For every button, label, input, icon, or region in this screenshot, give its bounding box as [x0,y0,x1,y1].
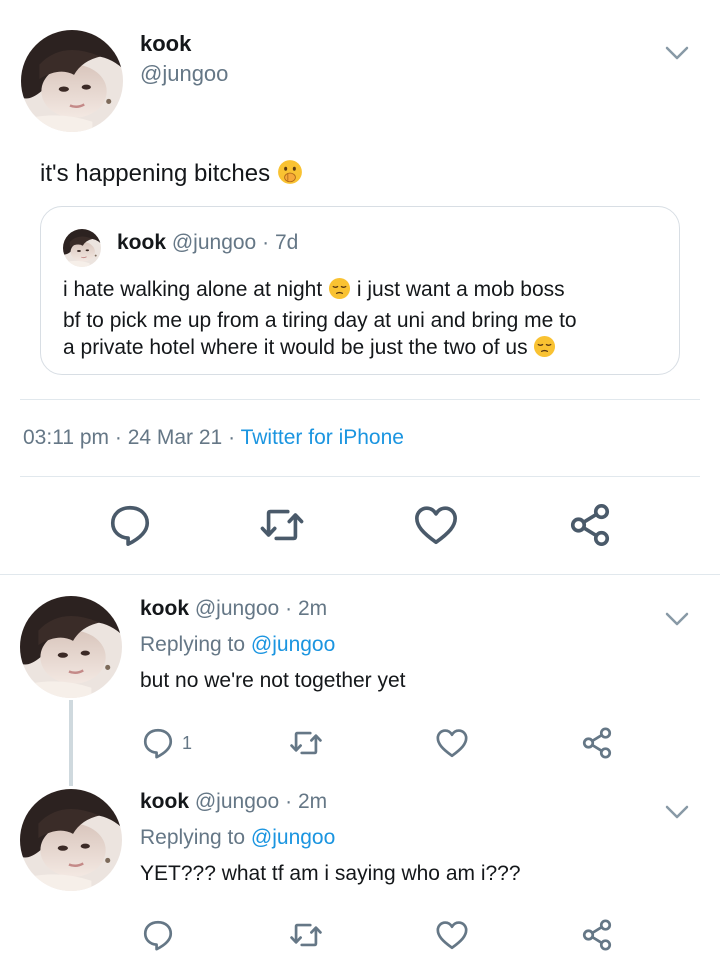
avatar[interactable] [20,789,122,891]
divider [20,476,700,477]
reply-icon[interactable] [141,726,175,760]
section-divider [0,574,720,575]
chevron-down-icon[interactable] [662,797,692,827]
tweet-date: 24 Mar 21 [127,426,223,449]
reply-text: YET??? what tf am i saying who am i??? [140,862,521,885]
user-handle[interactable]: @jungoo [140,61,228,87]
reply-icon[interactable] [141,918,175,952]
separator: · [285,790,293,813]
retweet-icon[interactable] [288,726,324,760]
replying-to-label: Replying to [140,633,246,656]
replying-to: Replying to @jungoo [140,826,335,850]
reply-header: kook @jungoo · 2m [140,790,327,814]
reply-text: but no we're not together yet [140,669,406,692]
like-icon[interactable] [435,918,469,952]
user-handle[interactable]: @jungoo [195,790,279,813]
pensive-face-emoji-icon [533,335,556,365]
shushing-face-emoji-icon [277,159,303,192]
separator: · [262,231,270,254]
replying-to-label: Replying to [140,826,246,849]
chevron-down-icon[interactable] [662,604,692,634]
quoted-line-1b: i just want a mob boss [356,278,565,301]
chevron-down-icon[interactable] [662,38,692,68]
quoted-line-1a: i hate walking alone at night [63,278,323,301]
replying-to: Replying to @jungoo [140,633,335,657]
quoted-avatar [63,229,101,267]
separator: · [114,426,122,449]
tweet-text-content: it's happening bitches [40,160,271,187]
quoted-handle: @jungoo [171,231,257,254]
avatar[interactable] [20,596,122,698]
reply-count: 1 [182,733,193,753]
display-name[interactable]: kook [140,790,189,813]
pensive-face-emoji-icon [328,277,351,307]
quoted-tweet[interactable]: kook @jungoo · 7d i hate walking alone a… [40,206,680,375]
display-name[interactable]: kook [140,597,189,620]
share-icon[interactable] [580,918,614,952]
quoted-line-3a: a private hotel where it would be just t… [63,336,528,359]
reply-icon[interactable] [107,502,153,548]
reply-header: kook @jungoo · 2m [140,597,327,621]
share-icon[interactable] [580,726,614,760]
tweet-time: 03:11 pm [23,426,109,449]
replying-to-link[interactable]: @jungoo [251,633,335,656]
tweet-source-link[interactable]: Twitter for iPhone [241,426,404,449]
tweet-age: 2m [297,790,328,813]
like-icon[interactable] [413,502,459,548]
divider [20,399,700,400]
quoted-display-name: kook [117,231,167,254]
quoted-line-3: a private hotel where it would be just t… [63,334,663,365]
quoted-text: i hate walking alone at night i just wan… [63,276,663,365]
quoted-age: 7d [274,231,299,254]
tweet-age: 2m [297,597,328,620]
display-name[interactable]: kook [140,31,191,57]
user-handle[interactable]: @jungoo [195,597,279,620]
avatar[interactable] [21,30,123,132]
separator: · [285,597,293,620]
retweet-icon[interactable] [258,502,306,548]
quoted-line-1: i hate walking alone at night i just wan… [63,276,663,307]
retweet-icon[interactable] [288,918,324,952]
share-icon[interactable] [567,502,613,548]
replying-to-link[interactable]: @jungoo [251,826,335,849]
like-icon[interactable] [435,726,469,760]
tweet-meta: 03:11 pm · 24 Mar 21 · Twitter for iPhon… [23,426,404,450]
thread-line [69,700,73,786]
separator: · [228,426,236,449]
quoted-header: kook @jungoo · 7d [117,231,298,255]
quoted-line-2: bf to pick me up from a tiring day at un… [63,309,577,332]
tweet-text: it's happening bitches [40,159,303,192]
